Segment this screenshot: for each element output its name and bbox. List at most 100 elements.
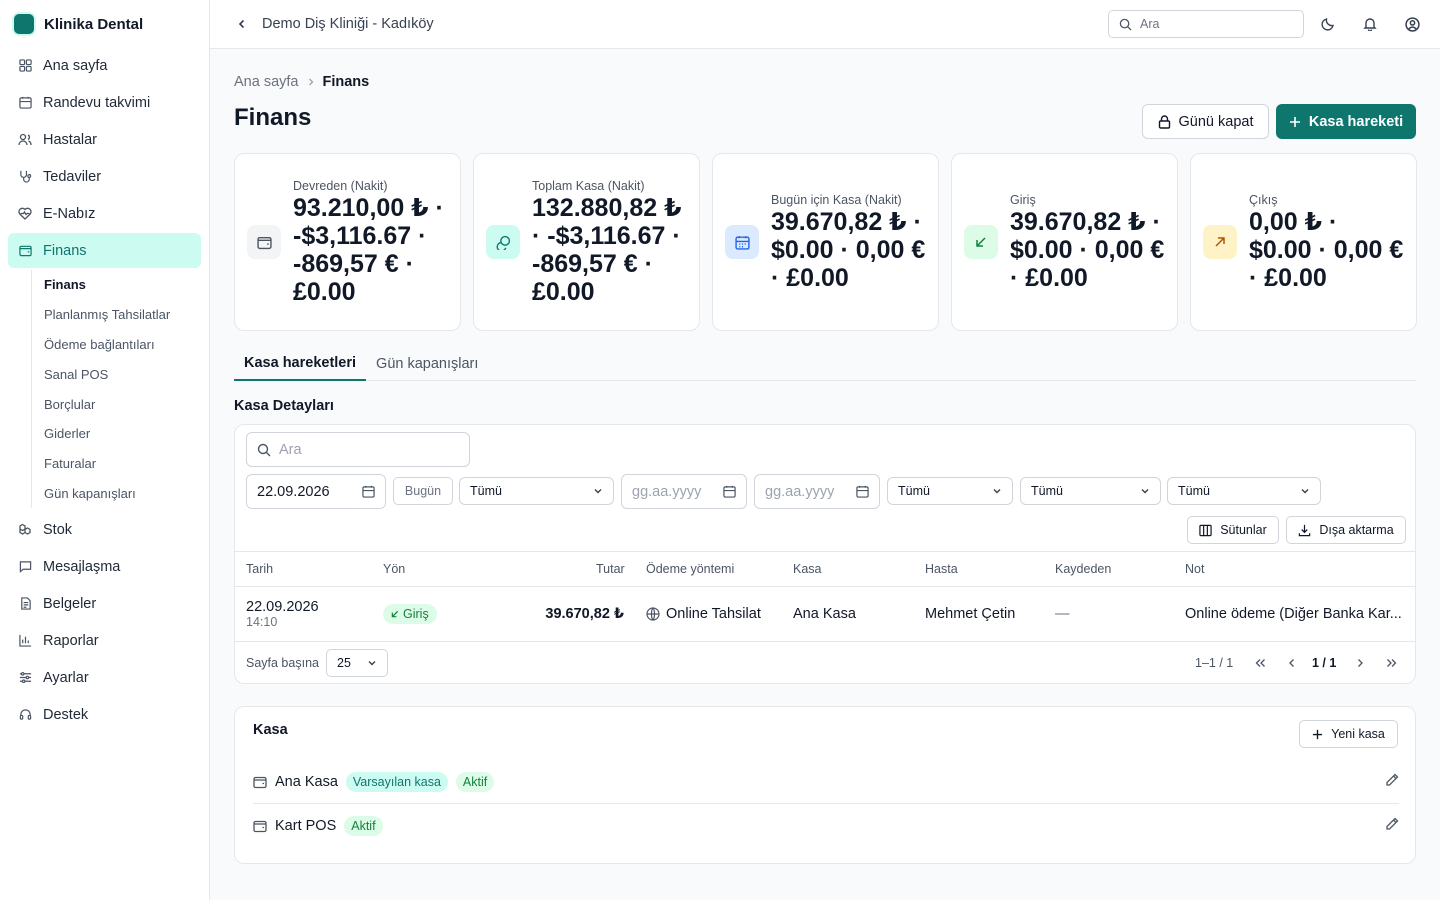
sidebar-item-randevu[interactable]: Randevu takvimi <box>8 85 201 120</box>
details-search-input[interactable]: Ara <box>246 432 470 467</box>
card-toplam-kasa: Toplam Kasa (Nakit) 132.880,82 ₺ · -$3,11… <box>473 153 700 331</box>
row-patient[interactable]: Mehmet Çetin <box>925 587 1015 641</box>
date-end-input[interactable]: gg.aa.yyyy <box>754 474 880 509</box>
cash-move-button[interactable]: Kasa hareketi <box>1276 104 1416 139</box>
filter-select-4[interactable]: Tümü <box>1167 477 1321 505</box>
per-page-label: Sayfa başına <box>246 656 319 670</box>
sidebar-item-label: Finans <box>43 242 87 259</box>
tab-kasa-hareketleri[interactable]: Kasa hareketleri <box>234 347 367 381</box>
sidebar-item-label: Ana sayfa <box>43 57 108 74</box>
back-button[interactable] <box>222 4 262 44</box>
subnav-item-giderler[interactable]: Giderler <box>44 419 201 449</box>
first-page-button[interactable] <box>1255 643 1266 683</box>
subnav-item-faturalar[interactable]: Faturalar <box>44 449 201 479</box>
breadcrumb: Ana sayfa Finans <box>234 74 369 90</box>
breadcrumb-home[interactable]: Ana sayfa <box>234 74 299 90</box>
col-header[interactable]: Kasa <box>793 552 822 586</box>
col-header[interactable]: Tutar <box>596 552 625 586</box>
sidebar-item-ayarlar[interactable]: Ayarlar <box>8 660 201 695</box>
date-from-input[interactable]: 22.09.2026 <box>246 474 386 509</box>
select-value: Tümü <box>470 484 502 498</box>
sidebar-item-finans[interactable]: Finans <box>8 233 201 268</box>
theme-toggle-button[interactable] <box>1316 12 1340 36</box>
select-value: Tümü <box>1031 484 1063 498</box>
profile-button[interactable] <box>1400 12 1424 36</box>
filter-select-2[interactable]: Tümü <box>887 477 1013 505</box>
filter-select-3[interactable]: Tümü <box>1020 477 1161 505</box>
edit-kasa-button[interactable] <box>1385 773 1399 791</box>
card-giris: Giriş 39.670,82 ₺ · $0.00 · 0,00 € · £0.0… <box>951 153 1178 331</box>
tab-gun-kapanislari[interactable]: Gün kapanışları <box>366 347 488 381</box>
subnav-item-borclular[interactable]: Borçlular <box>44 389 201 419</box>
sidebar-item-raporlar[interactable]: Raporlar <box>8 623 201 658</box>
edit-kasa-button[interactable] <box>1385 817 1399 835</box>
card-value: 39.670,82 ₺ · $0.00 · 0,00 € · £0.00 <box>771 207 926 292</box>
columns-button[interactable]: Sütunlar <box>1187 516 1279 544</box>
col-header[interactable]: Ödeme yöntemi <box>646 552 734 586</box>
subnav-item-planlanmis[interactable]: Planlanmış Tahsilatlar <box>44 300 201 330</box>
card-bugun-kasa: Bugün için Kasa (Nakit) 39.670,82 ₺ · $0.… <box>712 153 939 331</box>
chevron-down-icon <box>594 489 602 494</box>
kasa-row: Kart POS Aktif <box>253 804 1399 847</box>
top-search-input[interactable]: Ara <box>1108 10 1304 38</box>
sidebar-item-ana-sayfa[interactable]: Ana sayfa <box>8 48 201 83</box>
top-search-placeholder: Ara <box>1140 17 1160 31</box>
close-day-button[interactable]: Günü kapat <box>1142 104 1269 139</box>
sidebar-item-tedaviler[interactable]: Tedaviler <box>8 159 201 194</box>
sidebar-item-belgeler[interactable]: Belgeler <box>8 586 201 621</box>
sidebar-item-stok[interactable]: Stok <box>8 512 201 547</box>
sidebar-item-destek[interactable]: Destek <box>8 697 201 732</box>
sidebar-item-mesajlasma[interactable]: Mesajlaşma <box>8 549 201 584</box>
per-page-select[interactable]: 25 <box>326 649 388 677</box>
today-button[interactable]: Bugün <box>393 477 453 505</box>
filter-select-1[interactable]: Tümü <box>459 477 614 505</box>
pencil-icon <box>1386 773 1399 786</box>
subnav-item-gun-kapanislari[interactable]: Gün kapanışları <box>44 479 201 509</box>
select-value: Tümü <box>898 484 930 498</box>
calendar-icon <box>856 485 869 498</box>
kasa-details-panel: Ara 22.09.2026 Bugün Tümü gg.aa.yyyy gg.… <box>234 424 1416 684</box>
col-header[interactable]: Not <box>1185 552 1204 586</box>
new-kasa-button[interactable]: Yeni kasa <box>1299 720 1398 748</box>
sidebar-nav: Ana sayfa Randevu takvimi Hastalar Tedav… <box>0 48 209 732</box>
sidebar-item-label: Tedaviler <box>43 168 102 185</box>
message-icon <box>18 560 32 574</box>
sidebar-item-hastalar[interactable]: Hastalar <box>8 122 201 157</box>
notifications-button[interactable] <box>1358 12 1382 36</box>
next-page-button[interactable] <box>1356 643 1364 683</box>
finance-tabs: Kasa hareketleri Gün kapanışları <box>234 347 1416 381</box>
prev-page-button[interactable] <box>1288 643 1296 683</box>
row-method: Online Tahsilat <box>666 606 761 622</box>
direction-badge: Giriş <box>383 604 437 624</box>
chevrons-left-icon <box>1255 659 1265 667</box>
last-page-button[interactable] <box>1386 643 1397 683</box>
date-start-input[interactable]: gg.aa.yyyy <box>621 474 747 509</box>
subnav-item-odeme-baglantilari[interactable]: Ödeme bağlantıları <box>44 330 201 360</box>
chevron-down-icon <box>1141 489 1149 494</box>
select-value: Tümü <box>1178 484 1210 498</box>
card-cikis: Çıkış 0,00 ₺ · $0.00 · 0,00 € · £0.00 <box>1190 153 1417 331</box>
details-search-placeholder: Ara <box>279 441 302 458</box>
search-icon <box>1119 18 1132 31</box>
export-button[interactable]: Dışa aktarma <box>1286 516 1406 544</box>
col-header[interactable]: Yön <box>383 552 405 586</box>
brand[interactable]: Klinika Dental <box>0 0 209 48</box>
card-value: 132.880,82 ₺ · -$3,116.67 · -869,57 € · … <box>532 193 682 306</box>
pager-page: 1 / 1 <box>1312 656 1337 670</box>
user-circle-icon <box>1404 16 1420 32</box>
col-header[interactable]: Hasta <box>925 552 958 586</box>
col-header[interactable]: Kaydeden <box>1055 552 1111 586</box>
subnav-item-sanal-pos[interactable]: Sanal POS <box>44 359 201 389</box>
wallet-icon <box>18 244 32 258</box>
sidebar-item-label: Destek <box>43 706 89 723</box>
sidebar-item-e-nabiz[interactable]: E-Nabız <box>8 196 201 231</box>
pagination: Sayfa başına 25 1–1 / 1 1 / 1 <box>235 643 1415 683</box>
chevron-right-icon <box>308 78 313 86</box>
per-page-value: 25 <box>337 656 351 670</box>
export-label: Dışa aktarma <box>1319 523 1394 537</box>
wallet-icon <box>253 776 267 789</box>
col-header[interactable]: Tarih <box>246 552 273 586</box>
subnav-item-finans[interactable]: Finans <box>44 270 201 300</box>
table-row[interactable]: 22.09.2026 14:10 Giriş 39.670,82 ₺ Onlin… <box>235 587 1415 642</box>
card-value: 0,00 ₺ · $0.00 · 0,00 € · £0.00 <box>1249 207 1404 292</box>
